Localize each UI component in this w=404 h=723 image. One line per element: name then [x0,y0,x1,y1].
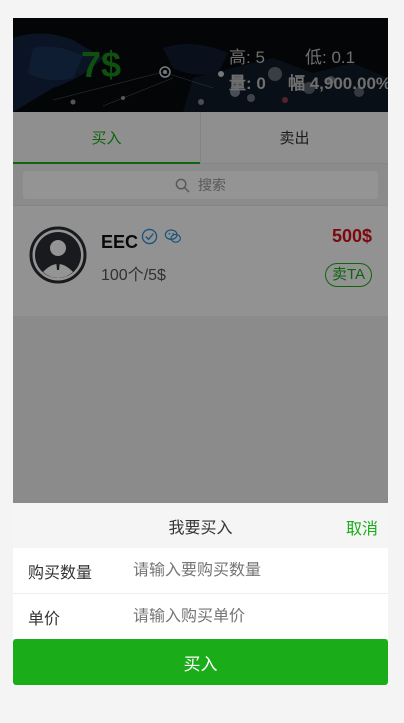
quantity-row: 购买数量 [13,548,388,594]
modal-backdrop[interactable] [13,18,388,503]
cancel-button[interactable]: 取消 [346,515,378,539]
sheet-title: 我要买入 [168,519,233,537]
unit-price-row: 单价 [13,594,388,640]
sheet-header: 我要买入 取消 [13,503,388,548]
unit-price-input[interactable] [133,607,388,626]
buy-submit-button[interactable]: 买入 [13,639,388,685]
buy-sheet: 我要买入 取消 购买数量 单价 买入 [13,503,388,685]
quantity-label: 购买数量 [28,564,93,582]
quantity-input[interactable] [133,561,388,580]
app-screen: 7$ 高: 5 低: 0.1 量: 0 幅 4,900.00% 买入 卖出 搜索… [13,18,388,685]
unit-price-label: 单价 [28,610,61,628]
